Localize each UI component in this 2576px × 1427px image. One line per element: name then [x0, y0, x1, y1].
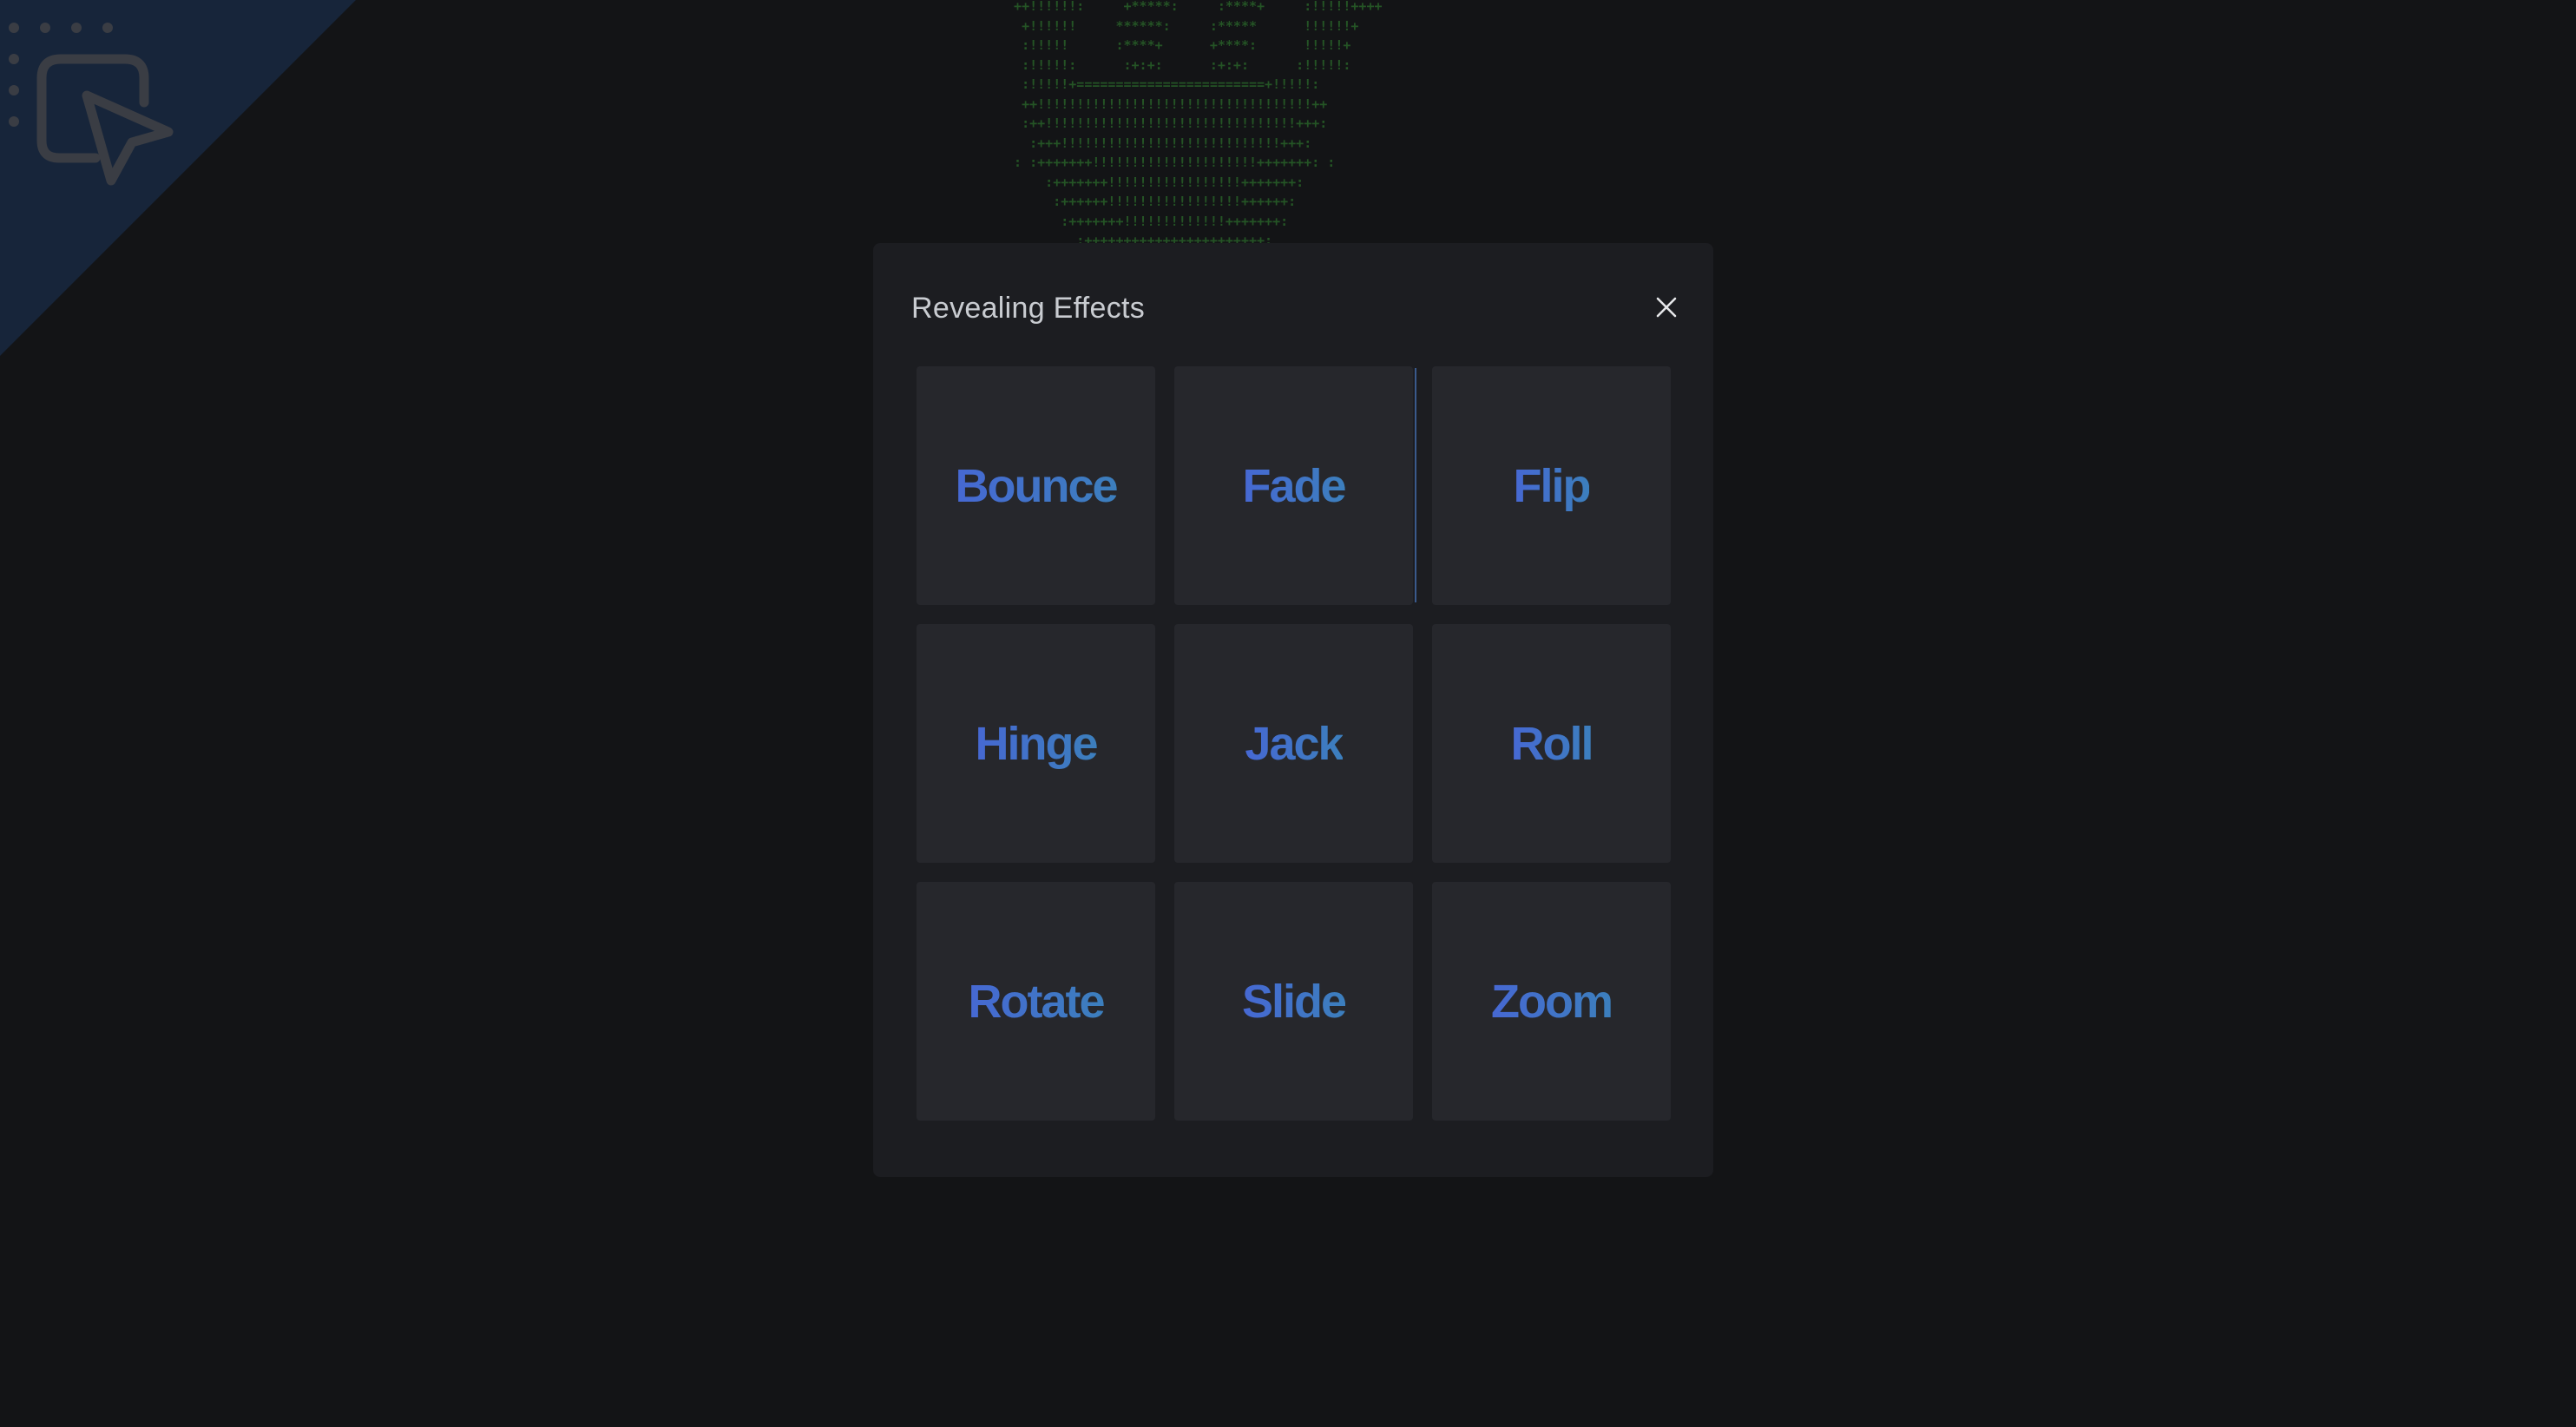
- effect-tile-rotate[interactable]: Rotate: [917, 882, 1155, 1121]
- effect-label: Rotate: [968, 975, 1105, 1028]
- corner-badge[interactable]: [0, 0, 356, 356]
- close-button[interactable]: [1646, 286, 1687, 328]
- pointer-select-icon: [9, 23, 174, 186]
- effect-label: Hinge: [975, 717, 1098, 770]
- effect-label: Roll: [1510, 717, 1594, 770]
- effects-grid: Bounce Fade Flip Hinge Jack Roll Rotate …: [917, 366, 1672, 1121]
- effect-label: Flip: [1513, 459, 1592, 512]
- effect-tile-slide[interactable]: Slide: [1174, 882, 1413, 1121]
- effect-tile-flip[interactable]: Flip: [1432, 366, 1671, 605]
- effect-label: Slide: [1241, 975, 1347, 1028]
- effect-tile-roll[interactable]: Roll: [1432, 624, 1671, 863]
- app-stage: ++!!!!!!: +*****: :****+ :!!!!!++++ +!!!…: [0, 0, 2576, 1427]
- ascii-art-background: ++!!!!!!: +*****: :****+ :!!!!!++++ +!!!…: [1014, 0, 1383, 248]
- effect-tile-bounce[interactable]: Bounce: [917, 366, 1155, 605]
- effect-tile-fade[interactable]: Fade: [1174, 366, 1416, 605]
- effect-tile-jack[interactable]: Jack: [1174, 624, 1413, 863]
- effect-tile-zoom[interactable]: Zoom: [1432, 882, 1671, 1121]
- effect-label: Zoom: [1491, 975, 1613, 1028]
- close-icon: [1656, 297, 1677, 318]
- effect-tile-hinge[interactable]: Hinge: [917, 624, 1155, 863]
- effect-label: Fade: [1242, 459, 1346, 512]
- modal-title: Revealing Effects: [911, 292, 1146, 325]
- revealing-effects-modal: Revealing Effects Bounce Fade Flip Hinge…: [873, 243, 1713, 1177]
- effect-label: Jack: [1245, 717, 1344, 770]
- effect-label: Bounce: [955, 459, 1118, 512]
